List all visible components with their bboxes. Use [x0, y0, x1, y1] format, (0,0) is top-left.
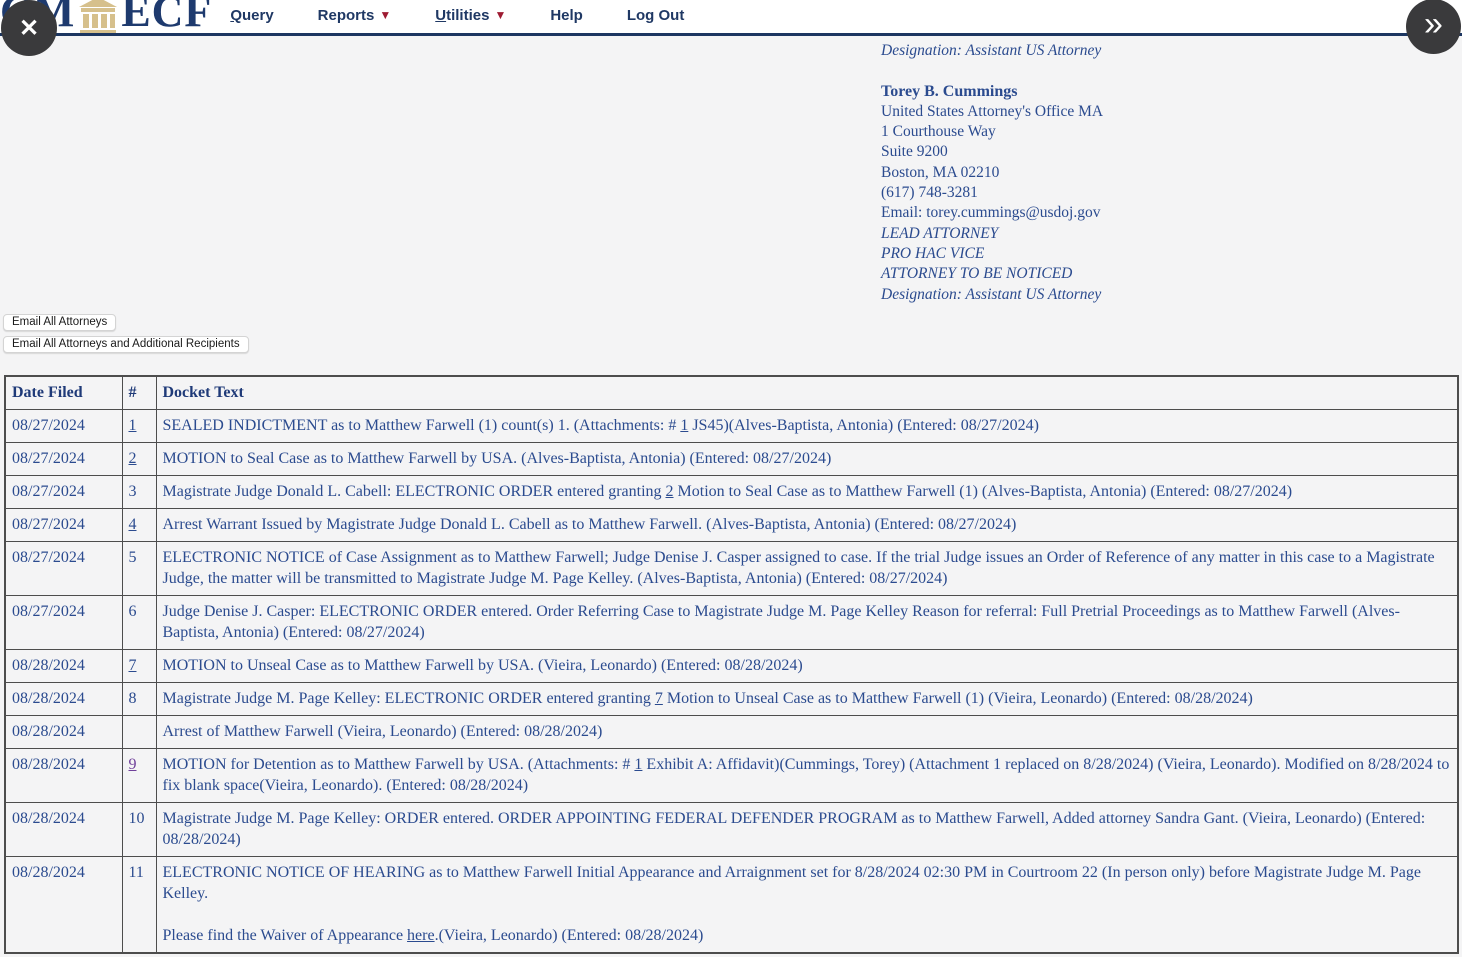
- docket-row: 08/28/2024 9 MOTION for Detention as to Ma…: [5, 749, 1458, 803]
- docket-row: 08/28/202411ELECTRONIC NOTICE OF HEARING…: [5, 857, 1458, 954]
- main-menu: Query Reports ▼ Utilities ▼ Help Log Out: [230, 0, 684, 36]
- doc-number-link[interactable]: 1: [129, 417, 137, 434]
- docket-text-cell: MOTION to Unseal Case as to Matthew Farw…: [156, 650, 1458, 683]
- menu-item-label: Reports: [318, 7, 375, 24]
- doc-number-cell: 11: [122, 857, 156, 954]
- doc-number-link[interactable]: 7: [129, 657, 137, 674]
- docket-text-link[interactable]: 7: [655, 690, 663, 707]
- attorney-line: Torey B. Cummings: [881, 82, 1103, 102]
- date-filed-cell: 08/27/2024: [5, 596, 122, 650]
- doc-number-cell: 6: [122, 596, 156, 650]
- docket-table: Date Filed#Docket Text 08/27/20241SEALED…: [4, 375, 1459, 954]
- docket-row: 08/27/2024 2 MOTION to Seal Case as to Mat…: [5, 443, 1458, 476]
- doc-number-link[interactable]: 4: [129, 516, 137, 533]
- attorney-line: Suite 9200: [881, 142, 1103, 162]
- date-filed-cell: 08/27/2024: [5, 410, 122, 443]
- dropdown-caret-icon: ▼: [494, 9, 506, 21]
- menu-item-label: Log Out: [627, 7, 684, 24]
- attorney-line: 1 Courthouse Way: [881, 122, 1103, 142]
- doc-number-cell: 10: [122, 803, 156, 857]
- doc-number-cell: 4: [122, 509, 156, 542]
- docket-text-cell: Arrest of Matthew Farwell (Vieira, Leona…: [156, 716, 1458, 749]
- attorney-line: Designation: Assistant US Attorney: [881, 285, 1103, 305]
- attorney-line: (617) 748-3281: [881, 183, 1103, 203]
- docket-row: 08/27/20243Magistrate Judge Donald L. Ca…: [5, 476, 1458, 509]
- logo-ecf-text: ECF: [121, 0, 212, 35]
- dropdown-caret-icon: ▼: [379, 9, 391, 21]
- attorney-line: Designation: Assistant US Attorney: [881, 41, 1103, 61]
- doc-number-link[interactable]: 9: [129, 756, 137, 773]
- doc-number-link[interactable]: 2: [129, 450, 137, 467]
- menu-item-label: Help: [550, 7, 583, 24]
- date-filed-cell: 08/28/2024: [5, 749, 122, 803]
- courthouse-icon: [77, 0, 119, 35]
- close-overlay-button[interactable]: ✕: [1, 0, 57, 56]
- docket-row: 08/27/20246Judge Denise J. Casper: ELECT…: [5, 596, 1458, 650]
- menu-item-utilities[interactable]: Utilities ▼: [435, 7, 506, 24]
- menu-item-reports[interactable]: Reports ▼: [318, 7, 392, 24]
- attorney-spacer: [881, 61, 1103, 81]
- date-filed-cell: 08/27/2024: [5, 443, 122, 476]
- email-all-attorneys-button[interactable]: Email All Attorneys: [3, 314, 116, 331]
- docket-text-cell: MOTION to Seal Case as to Matthew Farwel…: [156, 443, 1458, 476]
- column-header-date-filed: Date Filed: [5, 376, 122, 410]
- menu-item-help[interactable]: Help: [550, 7, 583, 24]
- doc-number-cell: 3: [122, 476, 156, 509]
- docket-row: 08/28/2024 Arrest of Matthew Farwell (Vie…: [5, 716, 1458, 749]
- menu-item-label: Query: [230, 7, 273, 24]
- docket-text-cell: ELECTRONIC NOTICE OF HEARING as to Matth…: [156, 857, 1458, 954]
- email-all-additional-recipients-button[interactable]: Email All Attorneys and Additional Recip…: [3, 336, 249, 353]
- doc-number-cell: 2: [122, 443, 156, 476]
- doc-number-cell: 7: [122, 650, 156, 683]
- docket-text-cell: Magistrate Judge Donald L. Cabell: ELECT…: [156, 476, 1458, 509]
- date-filed-cell: 08/27/2024: [5, 509, 122, 542]
- docket-text-cell: Judge Denise J. Casper: ELECTRONIC ORDER…: [156, 596, 1458, 650]
- docket-text-link[interactable]: 1: [680, 417, 688, 434]
- docket-text-link[interactable]: 2: [666, 483, 674, 500]
- doc-number-cell: 8: [122, 683, 156, 716]
- docket-text-cell: MOTION for Detention as to Matthew Farwe…: [156, 749, 1458, 803]
- docket-header-row: Date Filed#Docket Text: [5, 376, 1458, 410]
- docket-text-cell: Magistrate Judge M. Page Kelley: ELECTRO…: [156, 683, 1458, 716]
- attorney-line: Boston, MA 02210: [881, 163, 1103, 183]
- docket-text-cell: Arrest Warrant Issued by Magistrate Judg…: [156, 509, 1458, 542]
- doc-number-cell: 1: [122, 410, 156, 443]
- docket-row: 08/28/2024 7 MOTION to Unseal Case as to M…: [5, 650, 1458, 683]
- attorney-info-block: Designation: Assistant US Attorney Torey…: [881, 41, 1103, 305]
- date-filed-cell: 08/28/2024: [5, 803, 122, 857]
- top-nav: CM ECF QueryReports▼Utilities▼HelpLog Ou…: [0, 0, 1462, 36]
- attorney-line: ATTORNEY TO BE NOTICED: [881, 264, 1103, 284]
- date-filed-cell: 08/28/2024: [5, 857, 122, 954]
- column-header-docket-text: Docket Text: [156, 376, 1458, 410]
- docket-text-cell: SEALED INDICTMENT as to Matthew Farwell …: [156, 410, 1458, 443]
- docket-row: 08/28/202410Magistrate Judge M. Page Kel…: [5, 803, 1458, 857]
- docket-text-cell: ELECTRONIC NOTICE of Case Assignment as …: [156, 542, 1458, 596]
- docket-row: 08/28/20248Magistrate Judge M. Page Kell…: [5, 683, 1458, 716]
- docket-text-link[interactable]: 1: [634, 756, 642, 773]
- attorney-line: LEAD ATTORNEY: [881, 224, 1103, 244]
- date-filed-cell: 08/27/2024: [5, 542, 122, 596]
- date-filed-cell: 08/28/2024: [5, 650, 122, 683]
- attorney-line: PRO HAC VICE: [881, 244, 1103, 264]
- menu-item-label: Utilities: [435, 7, 489, 24]
- next-overlay-button[interactable]: »: [1406, 0, 1461, 54]
- email-buttons-group: Email All Attorneys Email All Attorneys …: [3, 314, 249, 353]
- date-filed-cell: 08/27/2024: [5, 476, 122, 509]
- date-filed-cell: 08/28/2024: [5, 716, 122, 749]
- docket-row: 08/27/20241SEALED INDICTMENT as to Matth…: [5, 410, 1458, 443]
- menu-item-log-out[interactable]: Log Out: [627, 7, 684, 24]
- doc-number-cell: 9: [122, 749, 156, 803]
- docket-row: 08/27/20245ELECTRONIC NOTICE of Case Ass…: [5, 542, 1458, 596]
- doc-number-cell: 5: [122, 542, 156, 596]
- docket-text-cell: Magistrate Judge M. Page Kelley: ORDER e…: [156, 803, 1458, 857]
- date-filed-cell: 08/28/2024: [5, 683, 122, 716]
- menu-item-query[interactable]: Query: [230, 7, 273, 24]
- column-header-number: #: [122, 376, 156, 410]
- docket-text-link[interactable]: here: [407, 927, 435, 944]
- doc-number-cell: [122, 716, 156, 749]
- docket-row: 08/27/2024 4 Arrest Warrant Issued by Magi…: [5, 509, 1458, 542]
- attorney-line: Email: torey.cummings@usdoj.gov: [881, 203, 1103, 223]
- attorney-line: United States Attorney's Office MA: [881, 102, 1103, 122]
